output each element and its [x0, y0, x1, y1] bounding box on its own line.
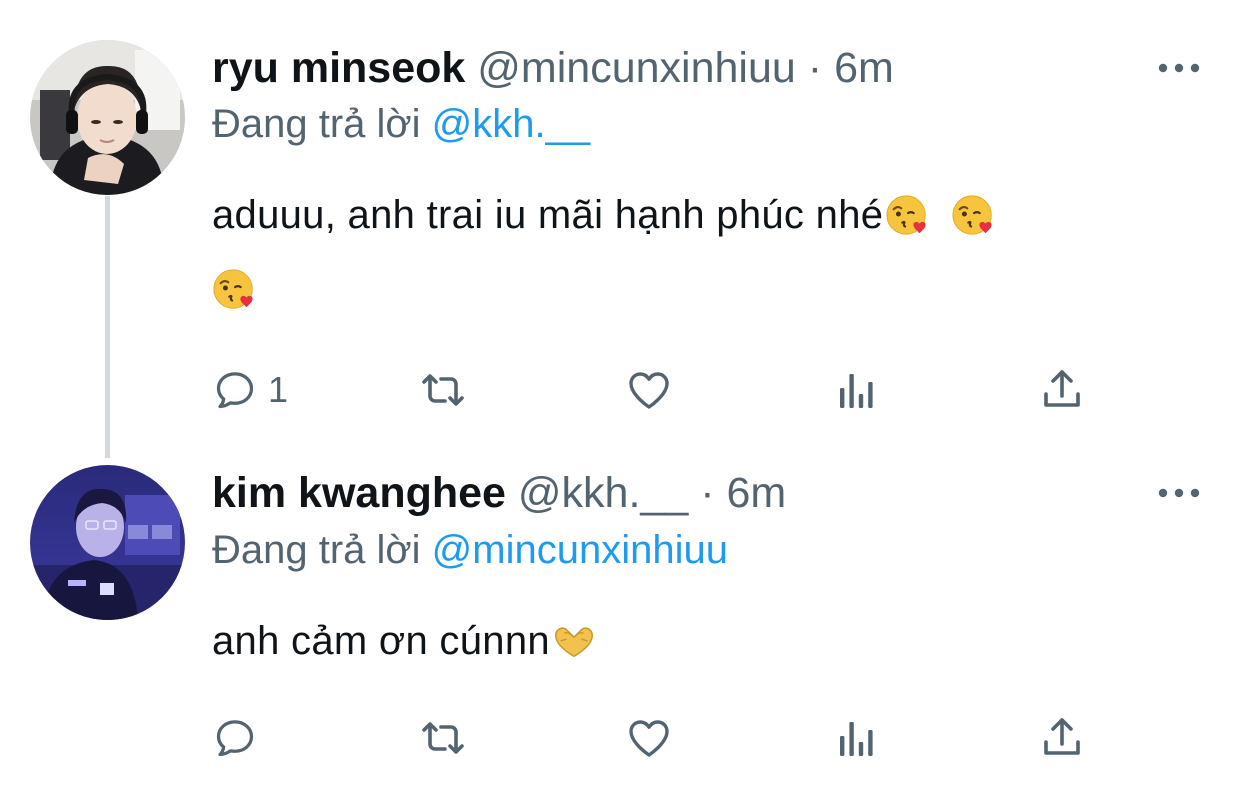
mention-link[interactable]: @kkh.__ [432, 102, 590, 146]
replying-to-line: Đang trả lời @kkh.__ [212, 100, 590, 148]
tweet-text: anh cảm ơn cúnnn [212, 604, 1172, 678]
reply-icon [212, 367, 258, 413]
person-on-stage-avatar [30, 465, 185, 620]
share-button[interactable] [1038, 713, 1086, 763]
avatar[interactable] [30, 465, 185, 620]
analytics-button[interactable] [832, 713, 880, 763]
reply-button[interactable]: 1 [212, 365, 288, 415]
analytics-button[interactable] [832, 365, 880, 415]
tweet-header: ryu minseok @mincunxinhiuu · 6m [212, 43, 894, 93]
replying-prefix: Đang trả lời [212, 528, 421, 572]
kissing-face-heart-emoji [212, 266, 258, 312]
retweet-icon [415, 366, 471, 414]
retweet-button[interactable] [415, 713, 481, 763]
heart-icon [625, 366, 673, 414]
tweet-header: kim kwanghee @kkh.__ · 6m [212, 468, 786, 518]
reply-count: 1 [268, 369, 289, 410]
separator-dot: · [700, 469, 715, 517]
more-icon[interactable] [1158, 61, 1200, 75]
tweet-actions: 1 [212, 365, 1112, 415]
tweet-actions [212, 713, 1112, 763]
timestamp[interactable]: 6m [834, 44, 894, 92]
display-name[interactable]: kim kwanghee [212, 469, 506, 517]
reply-button[interactable] [212, 713, 268, 763]
more-icon[interactable] [1158, 486, 1200, 500]
mention-link[interactable]: @mincunxinhiuu [432, 528, 728, 572]
timestamp[interactable]: 6m [726, 469, 786, 517]
user-handle[interactable]: @mincunxinhiuu [477, 44, 796, 92]
tweet-text-content: anh cảm ơn cúnnn [212, 619, 550, 663]
like-button[interactable] [625, 365, 683, 415]
thread-connector-line [105, 196, 110, 458]
retweet-button[interactable] [415, 365, 481, 415]
heart-icon [625, 714, 673, 762]
kissing-face-heart-emoji [885, 192, 931, 238]
share-icon [1038, 366, 1086, 414]
analytics-icon [832, 366, 880, 414]
tweet-text: aduuu, anh trai iu mãi hạnh phúc nhé [212, 178, 1172, 326]
replying-prefix: Đang trả lời [212, 102, 421, 146]
like-button[interactable] [625, 713, 683, 763]
share-icon [1038, 714, 1086, 762]
replying-to-line: Đang trả lời @mincunxinhiuu [212, 526, 728, 574]
share-button[interactable] [1038, 365, 1086, 415]
person-with-headset-avatar [30, 40, 185, 195]
kissing-face-heart-emoji [951, 192, 997, 238]
tweet-text-content: aduuu, anh trai iu mãi hạnh phúc nhé [212, 193, 884, 237]
heart-hands-emoji [550, 618, 598, 664]
user-handle[interactable]: @kkh.__ [518, 469, 688, 517]
display-name[interactable]: ryu minseok [212, 44, 465, 92]
analytics-icon [832, 714, 880, 762]
separator-dot: · [807, 44, 823, 92]
retweet-icon [415, 714, 471, 762]
avatar[interactable] [30, 40, 185, 195]
reply-icon [212, 715, 258, 761]
